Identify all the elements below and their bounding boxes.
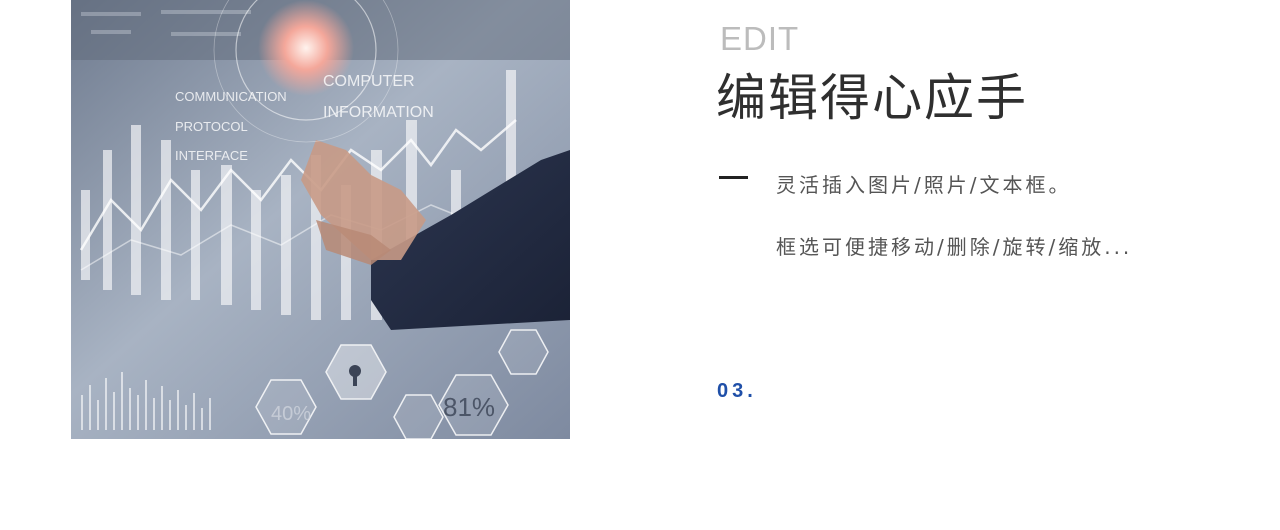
overlay-text-protocol: PROTOCOL [175,119,248,134]
overlay-text-communication: COMMUNICATION [175,89,287,104]
overlay-text-computer: COMPUTER [323,73,415,90]
page-number: 03. [717,380,757,402]
hero-image: COMMUNICATION PROTOCOL INTERFACE COMPUTE… [71,0,570,439]
page-title: 编辑得心应手 [716,69,1028,127]
dash-divider [719,176,748,179]
overlay-text-interface: INTERFACE [175,148,248,163]
overlay-text-81-percent: 81% [443,392,495,422]
description-line-1: 灵活插入图片/照片/文本框。 [776,173,1072,197]
overlay-text-information: INFORMATION [323,104,434,121]
data-visualization-illustration: COMMUNICATION PROTOCOL INTERFACE COMPUTE… [71,0,570,439]
edit-label: EDIT [720,20,800,57]
overlay-text-40-percent: 40% [271,403,311,425]
description-line-2: 框选可便捷移动/删除/旋转/缩放... [776,235,1133,259]
